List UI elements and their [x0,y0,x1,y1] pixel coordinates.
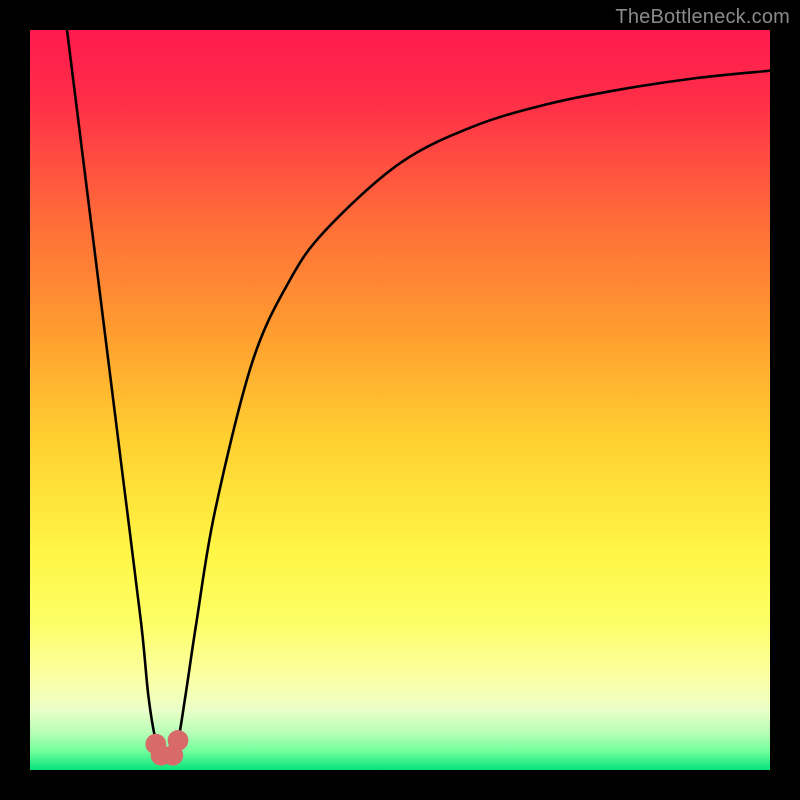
outer-frame: TheBottleneck.com [0,0,800,800]
bottleneck-curve [30,30,770,770]
watermark-text: TheBottleneck.com [615,6,790,29]
plot-area [30,30,770,770]
curve-marker [168,730,189,751]
